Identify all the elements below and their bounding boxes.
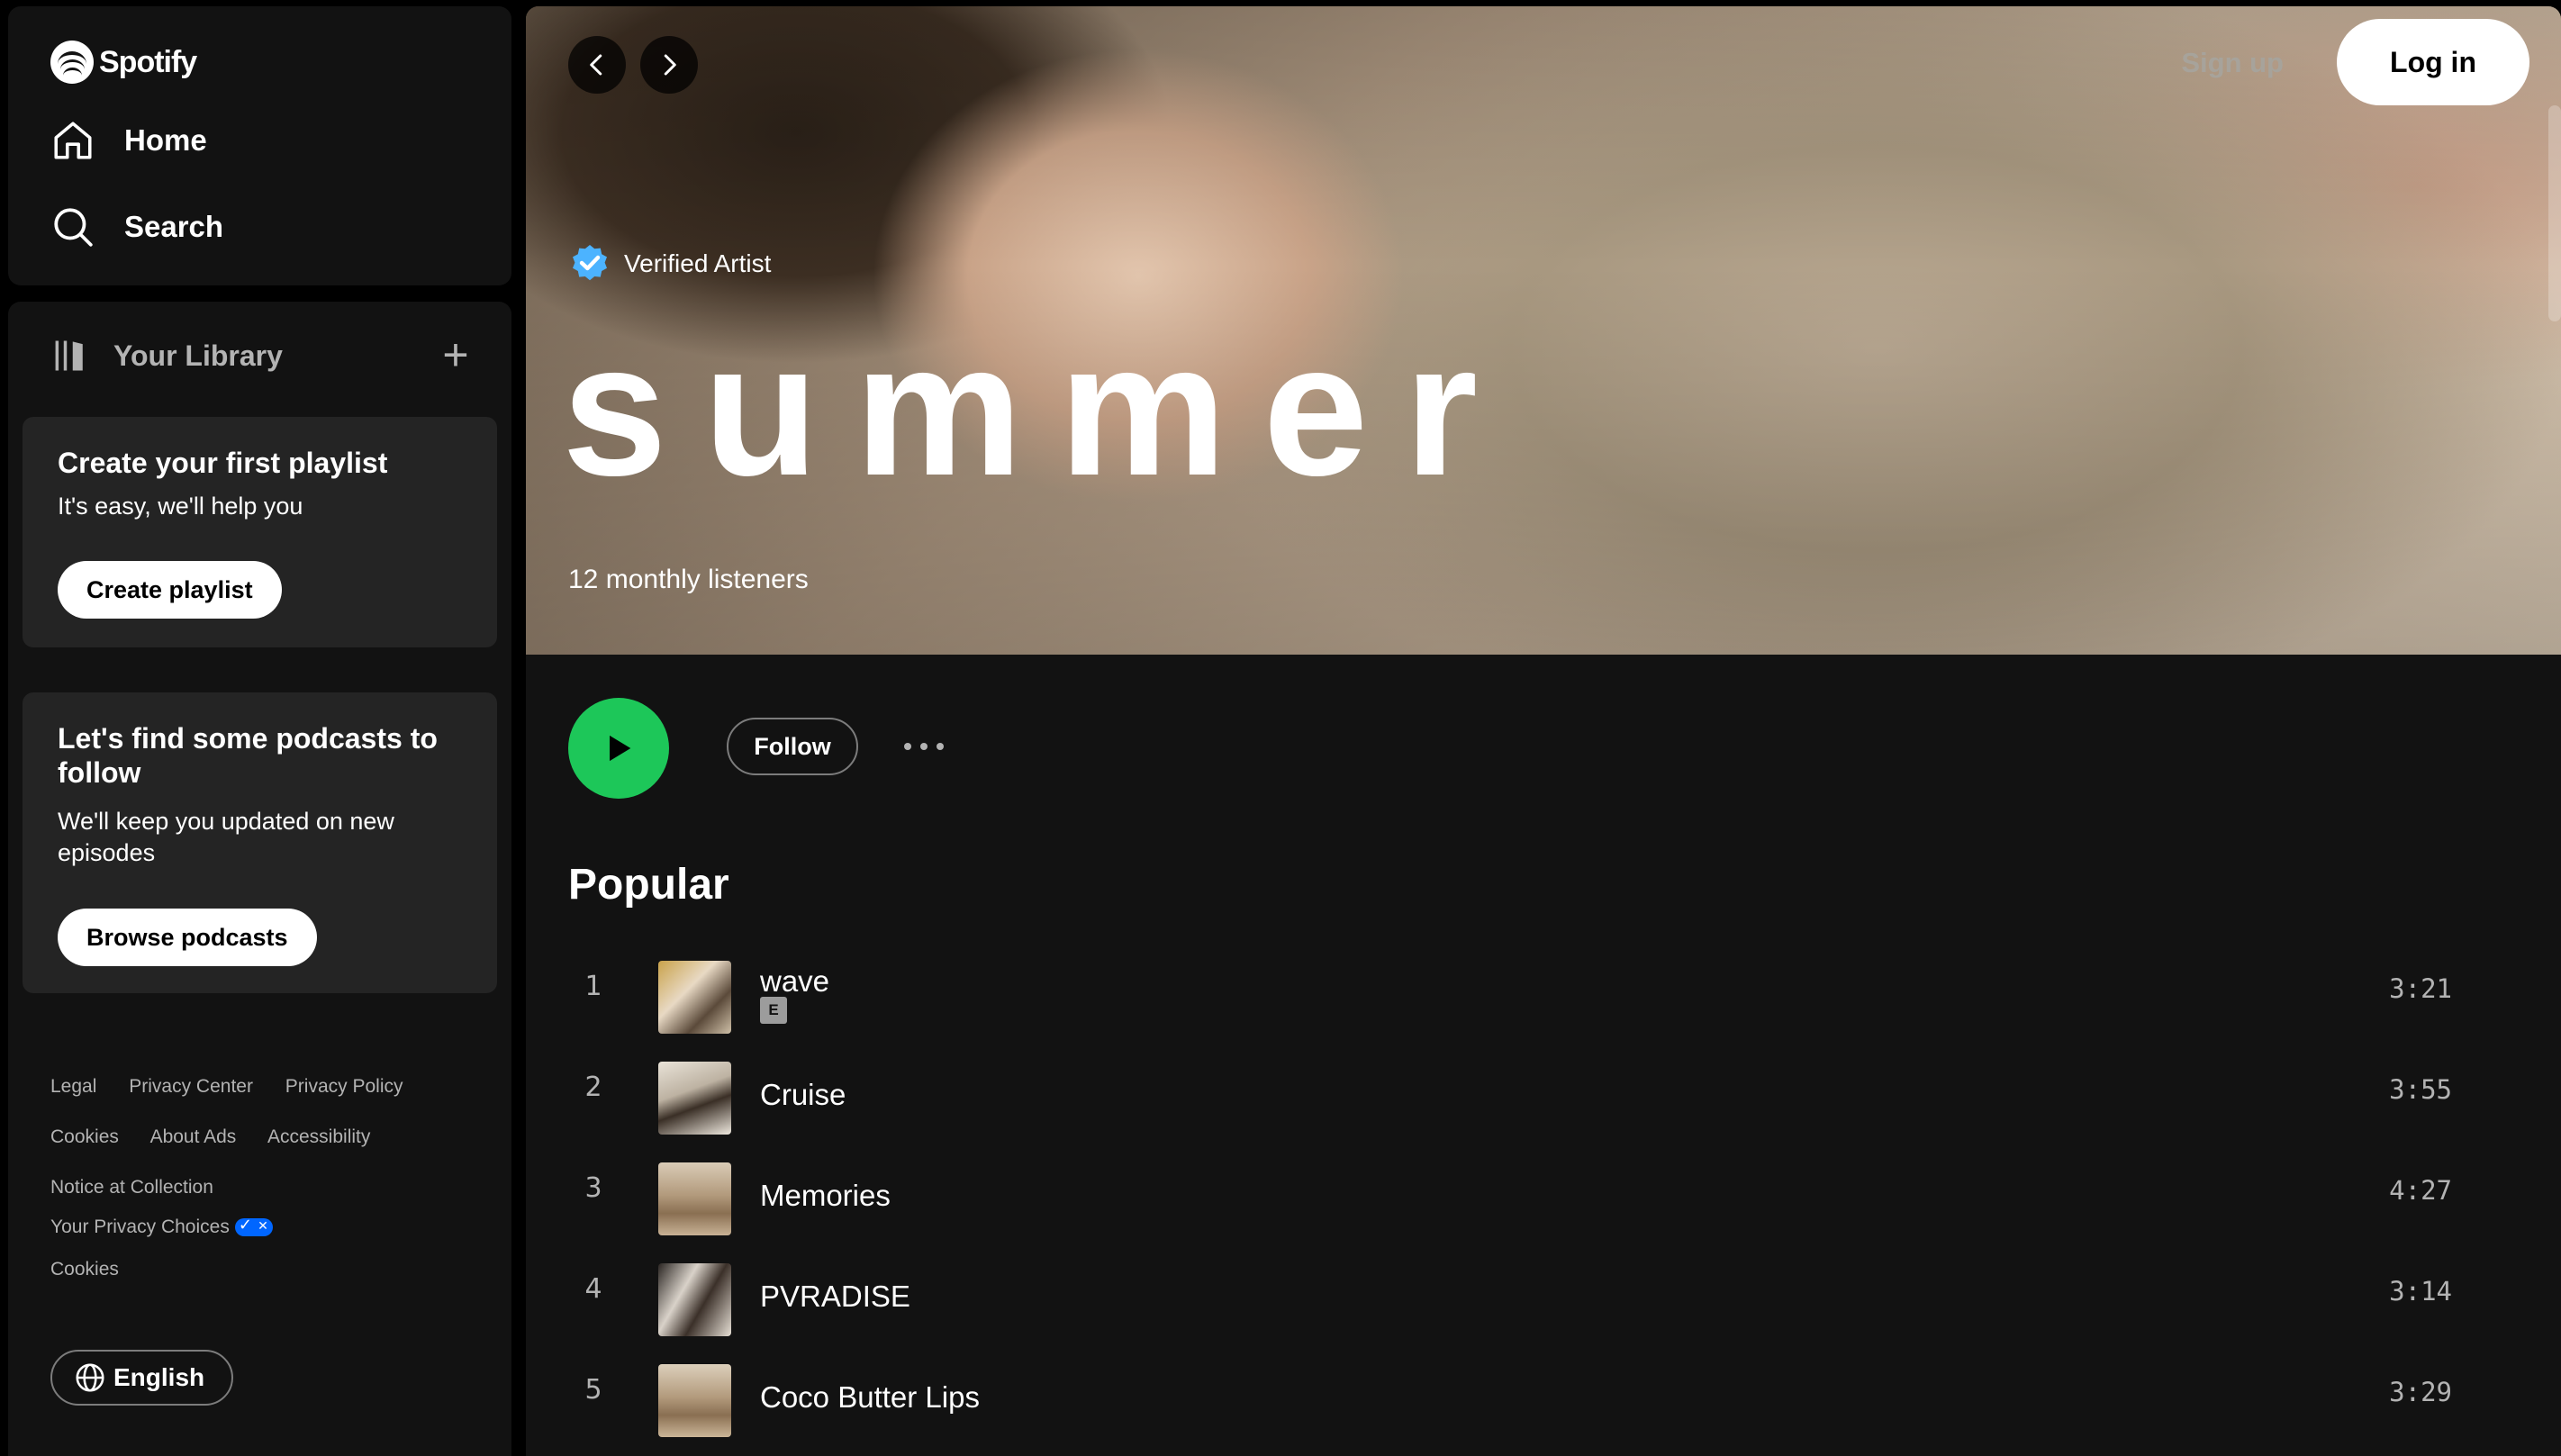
podcasts-card-subtitle: We'll keep you updated on new episodes <box>58 808 394 866</box>
verified-badge-icon <box>573 245 607 281</box>
create-playlist-title: Create your first playlist <box>58 447 388 479</box>
track-row[interactable]: 2 Cruise 3:55 <box>568 1051 2531 1141</box>
track-row[interactable]: 1 wave E 3:21 <box>568 950 2531 1040</box>
forward-button[interactable] <box>640 36 698 94</box>
globe-icon <box>76 1363 104 1392</box>
track-row[interactable]: 3 Memories 4:27 <box>568 1152 2531 1242</box>
top-nav-panel: Spotify Home Search <box>8 6 511 285</box>
create-playlist-card: Create your first playlist It's easy, we… <box>23 417 497 647</box>
browse-podcasts-button[interactable]: Browse podcasts <box>58 909 317 966</box>
popular-heading: Popular <box>568 861 729 909</box>
play-icon <box>610 735 631 762</box>
track-title: Cruise <box>760 1078 846 1111</box>
library-header: Your Library + <box>50 329 478 383</box>
explicit-badge: E <box>760 997 787 1024</box>
footer-link-accessibility[interactable]: Accessibility <box>267 1126 370 1147</box>
verified-label: Verified Artist <box>624 249 772 277</box>
track-cover <box>658 961 731 1034</box>
search-icon <box>54 208 93 247</box>
play-button[interactable] <box>568 698 669 799</box>
create-playlist-subtitle: It's easy, we'll help you <box>58 493 303 520</box>
nav-search[interactable]: Search <box>50 204 223 249</box>
brand-name: Spotify <box>99 44 197 79</box>
forward-icon <box>664 54 676 76</box>
track-cover <box>658 1364 731 1437</box>
track-cover <box>658 1162 731 1235</box>
track-row[interactable]: 5 Coco Butter Lips 3:29 <box>568 1353 2531 1443</box>
artist-name: summer <box>562 303 1515 515</box>
library-icon[interactable] <box>50 336 90 375</box>
signup-link[interactable]: Sign up <box>2181 47 2284 79</box>
track-number: 3 <box>584 1172 602 1204</box>
more-icon[interactable] <box>904 736 958 757</box>
browse-podcasts-card: Let's find some podcasts to follow We'll… <box>23 692 497 993</box>
track-number: 4 <box>584 1273 602 1305</box>
track-cover <box>658 1062 731 1135</box>
back-icon <box>590 54 602 76</box>
follow-button[interactable]: Follow <box>727 718 858 775</box>
spotify-logo[interactable]: Spotify <box>50 41 197 84</box>
track-number: 2 <box>584 1072 602 1103</box>
nav-search-label: Search <box>124 210 224 243</box>
track-duration: 3:14 <box>2389 1276 2452 1307</box>
home-icon <box>54 122 92 159</box>
privacy-choices-icon <box>234 1216 273 1237</box>
library-title[interactable]: Your Library <box>113 339 283 373</box>
track-duration: 3:55 <box>2389 1074 2452 1105</box>
back-button[interactable] <box>568 36 626 94</box>
track-title: Memories <box>760 1179 891 1212</box>
artist-page: Sign up Log in Verified Artist summer 12… <box>526 6 2561 1456</box>
spotify-logo-icon <box>50 41 94 84</box>
footer-link-privacy-choices[interactable]: Your Privacy Choices <box>50 1216 230 1237</box>
language-button[interactable]: English <box>50 1350 234 1406</box>
footer-link-privacy-center[interactable]: Privacy Center <box>129 1076 253 1097</box>
language-label: English <box>113 1363 205 1391</box>
track-row[interactable]: 4 PVRADISE 3:14 <box>568 1253 2531 1343</box>
footer-link-cookies-2[interactable]: Cookies <box>50 1259 119 1280</box>
track-duration: 3:29 <box>2389 1377 2452 1407</box>
podcasts-card-title: Let's find some podcasts to follow <box>58 722 438 789</box>
monthly-listeners: 12 monthly listeners <box>568 565 809 594</box>
track-number: 1 <box>584 971 602 1002</box>
track-duration: 3:21 <box>2389 973 2452 1004</box>
nav-home[interactable]: Home <box>50 118 207 163</box>
nav-home-label: Home <box>124 123 207 157</box>
track-cover <box>658 1263 731 1336</box>
footer-link-cookies[interactable]: Cookies <box>50 1126 119 1147</box>
create-plus-icon[interactable]: + <box>433 332 478 377</box>
track-title: PVRADISE <box>760 1280 910 1313</box>
verified-artist: Verified Artist <box>568 242 771 285</box>
login-button[interactable]: Log in <box>2337 19 2529 105</box>
track-title: wave <box>760 964 830 998</box>
footer-link-privacy-policy[interactable]: Privacy Policy <box>285 1076 403 1097</box>
track-title: Coco Butter Lips <box>760 1380 980 1414</box>
library-panel: Your Library + Create your first playlis… <box>8 302 511 1456</box>
track-number: 5 <box>584 1374 602 1406</box>
footer-link-legal[interactable]: Legal <box>50 1076 96 1097</box>
footer-link-notice-at-collection[interactable]: Notice at Collection <box>50 1177 213 1198</box>
footer-link-about-ads[interactable]: About Ads <box>150 1126 237 1147</box>
create-playlist-button[interactable]: Create playlist <box>58 561 282 619</box>
track-duration: 4:27 <box>2389 1175 2452 1206</box>
main-scrollbar[interactable] <box>2548 105 2561 321</box>
